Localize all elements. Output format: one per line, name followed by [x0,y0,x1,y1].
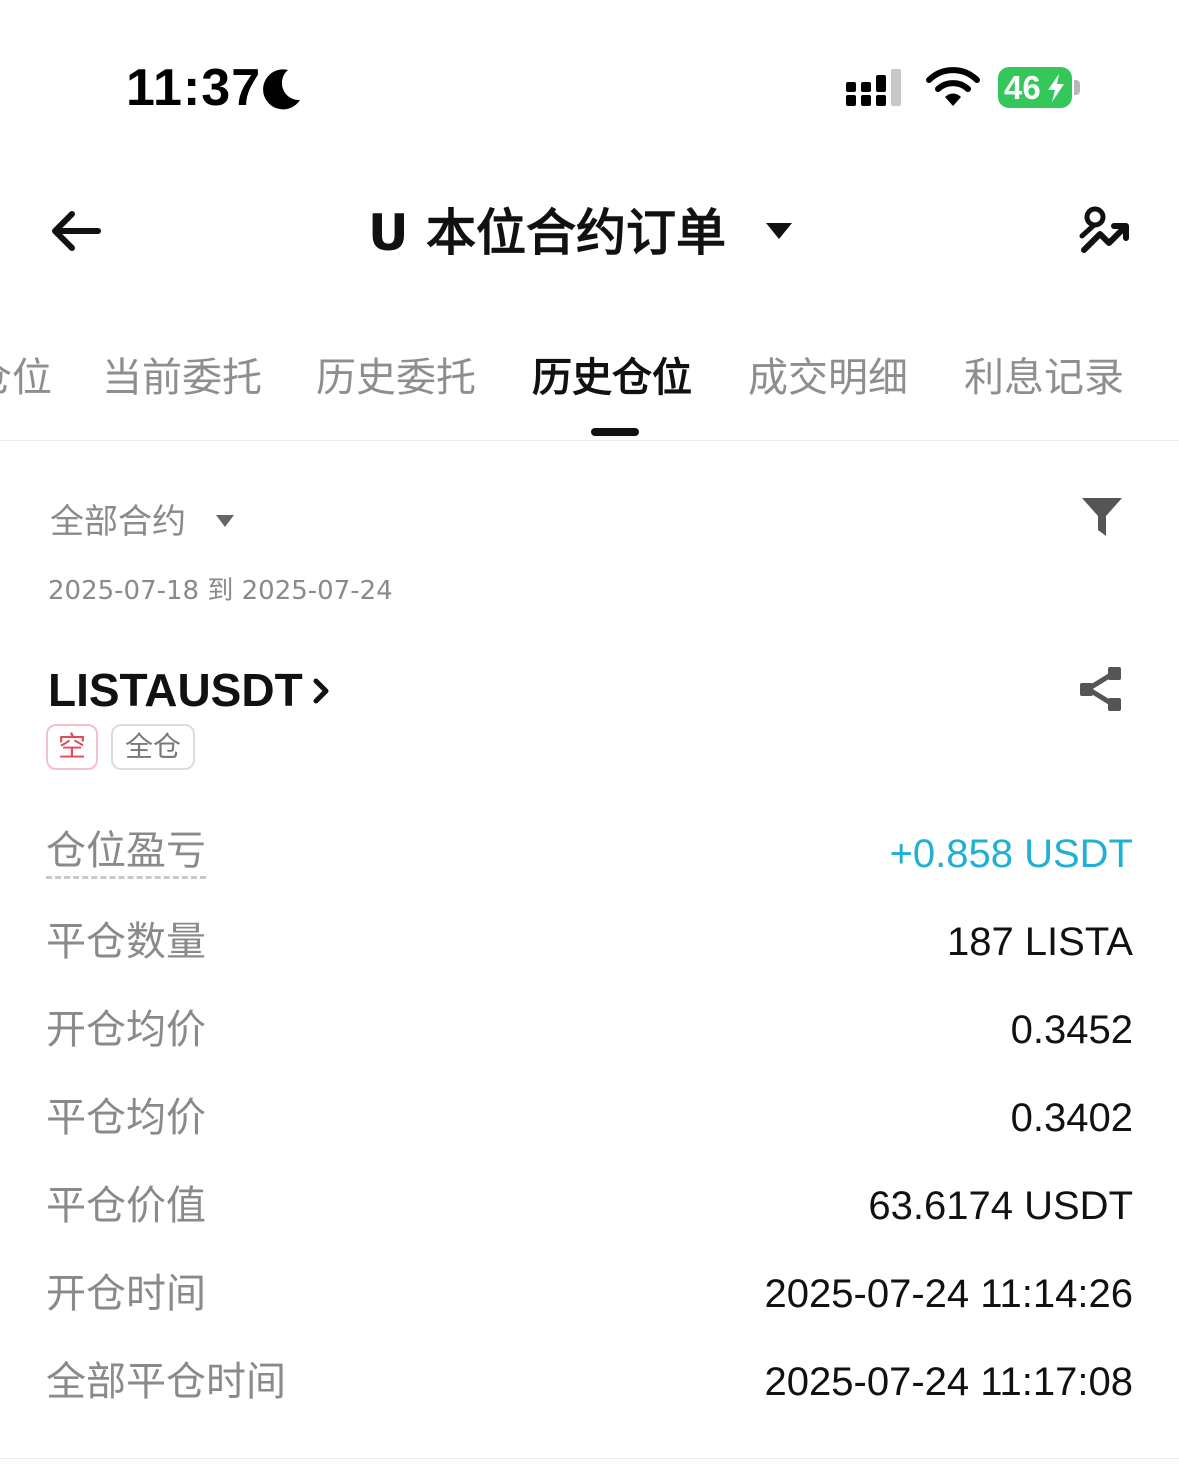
close-avg-price-value: 0.3402 [1010,1096,1133,1140]
back-arrow-icon[interactable] [48,208,102,254]
symbol-link[interactable]: LISTAUSDT [48,662,303,718]
analysis-chart-icon[interactable] [1078,206,1132,256]
close-qty-label: 平仓数量 [46,919,206,965]
close-value-label: 平仓价值 [46,1183,206,1229]
tab-interest-records[interactable]: 利息记录 [964,350,1124,406]
battery-tip [1074,80,1080,95]
detail-row-open-avg-price: 开仓均价 0.3452 [46,1002,1133,1062]
detail-row-pnl: 仓位盈亏 +0.858 USDT [46,826,1133,886]
pnl-value: +0.858 USDT [889,832,1133,876]
tab-order-history[interactable]: 历史委托 [316,350,476,406]
date-range: 2025-07-18 到 2025-07-24 [48,576,393,606]
tab-trade-history[interactable]: 成交明细 [748,350,908,406]
status-bar: 11:37 46 [0,0,1179,150]
cellular-signal-icon [846,69,901,106]
chevron-right-icon[interactable] [312,676,330,706]
close-time-value: 2025-07-24 11:17:08 [764,1360,1133,1404]
close-qty-value: 187 LISTA [946,920,1133,964]
caret-down-icon[interactable] [214,513,236,529]
caret-down-icon[interactable] [764,220,794,242]
margin-mode-tag: 全仓 [111,724,195,770]
close-avg-price-label: 平仓均价 [46,1095,206,1141]
open-time-label: 开仓时间 [46,1271,206,1317]
contract-filter-dropdown[interactable]: 全部合约 [50,498,186,546]
card-divider [0,1458,1179,1459]
moon-icon [263,69,300,110]
side-tag-short: 空 [46,724,98,770]
open-avg-price-value: 0.3452 [1010,1008,1133,1052]
detail-row-open-time: 开仓时间 2025-07-24 11:14:26 [46,1266,1133,1326]
status-time: 11:37 [126,59,262,117]
symbol-name[interactable]: LISTAUSDT [48,664,303,716]
detail-row-close-value: 平仓价值 63.6174 USDT [46,1178,1133,1238]
detail-row-close-avg-price: 平仓均价 0.3402 [46,1090,1133,1150]
tab-positions[interactable]: 仓位 [0,350,52,406]
detail-row-close-time: 全部平仓时间 2025-07-24 11:17:08 [46,1354,1133,1414]
open-time-value: 2025-07-24 11:14:26 [764,1272,1133,1316]
active-tab-indicator [591,428,639,436]
wifi-icon [926,67,980,106]
pnl-label[interactable]: 仓位盈亏 [46,826,206,879]
tab-position-history[interactable]: 历史仓位 [532,350,692,406]
close-time-label: 全部平仓时间 [46,1359,286,1405]
charging-bolt-icon [1048,74,1064,102]
close-value-value: 63.6174 USDT [868,1184,1133,1228]
tab-open-orders[interactable]: 当前委托 [102,350,262,406]
share-icon[interactable] [1076,664,1126,714]
top-navigation-bar: U 本位合约订单 [0,170,1179,300]
filter-funnel-icon[interactable] [1080,496,1124,538]
open-avg-price-label: 开仓均价 [46,1007,206,1053]
page-title[interactable]: U 本位合约订单 [368,200,726,266]
order-tabs: 仓位 当前委托 历史委托 历史仓位 成交明细 利息记录 [0,340,1179,441]
detail-row-close-qty: 平仓数量 187 LISTA [46,914,1133,974]
